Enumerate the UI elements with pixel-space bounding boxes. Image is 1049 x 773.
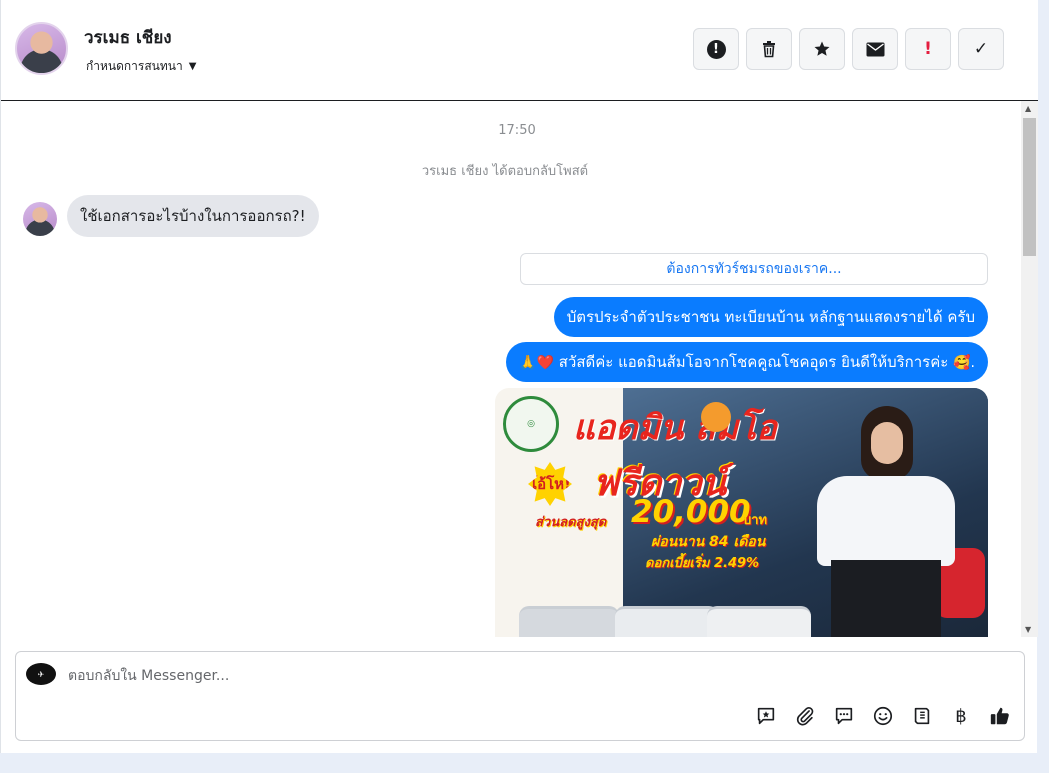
sender-avatar[interactable] [23,202,57,236]
page-avatar: ✈ [26,663,56,685]
baht-icon: ฿ [955,705,967,727]
promo-discount-amount: 20,000 [631,494,751,530]
quick-reply-button[interactable]: ต้องการทัวร์ชมรถของเราค... [520,253,988,285]
envelope-icon [866,42,884,56]
scroll-thumb[interactable] [1023,118,1036,256]
catalog-button[interactable] [910,704,934,728]
report-spam-button[interactable]: ! [693,28,739,70]
like-button[interactable] [988,704,1012,728]
reply-composer: ✈ ตอบกลับใน Messenger... ฿ [15,651,1025,741]
mark-done-button[interactable]: ✓ [958,28,1004,70]
like-icon [990,707,1009,725]
mark-unread-button[interactable] [852,28,898,70]
conversation-settings-dropdown[interactable]: กำหนดการสนทนา ▼ [86,57,196,76]
payment-button[interactable]: ฿ [949,704,973,728]
promo-installment: ผ่อนนาน 84 เดือน [651,534,766,550]
outgoing-message[interactable]: 🙏❤️ สวัสดีค่ะ แอดมินส้มโอจากโชคคูณโชคอุด… [506,342,988,382]
emoji-button[interactable] [871,704,895,728]
promo-badge: โอ้โห! [528,462,572,506]
promo-discount-label: ส่วนลดสูงสุด [535,515,607,530]
catalog-icon [914,707,930,725]
promo-currency: บาท [743,513,768,528]
vehicle-graphic [519,606,619,637]
presenter-pants [831,560,941,637]
inbox-panel: วรเมธ เชียง กำหนดการสนทนา ▼ ! ! ✓ 17:50 … [0,0,1038,753]
scroll-down-arrow-icon[interactable]: ▼ [1025,625,1031,634]
message-thread[interactable]: 17:50 วรเมธ เชียง ได้ตอบกลับโพสต์ ใช้เอก… [1,101,1021,637]
check-icon: ✓ [973,39,989,59]
incoming-message[interactable]: ใช้เอกสารอะไรบ้างในการออกรถ?! [67,195,319,237]
vehicle-graphic [707,606,811,637]
orange-fruit-graphic [701,402,731,432]
exclamation-icon: ! [924,39,932,59]
post-reply-notice: วรเมธ เชียง ได้ตอบกลับโพสต์ [421,164,589,179]
promo-interest-rate: ดอกเบี้ยเริ่ม 2.49% [645,556,760,571]
quick-replies-button[interactable] [832,704,856,728]
alert-circle-icon: ! [706,39,726,59]
star-button[interactable] [799,28,845,70]
presenter-shirt [817,476,955,566]
contact-avatar[interactable] [15,22,68,75]
composer-toolbar: ฿ [754,704,1012,728]
message-timestamp: 17:50 [498,123,536,138]
mark-important-button[interactable]: ! [905,28,951,70]
chat-bubble-icon [835,707,853,725]
attach-file-button[interactable] [793,704,817,728]
presenter-face [871,422,903,464]
conversation-settings-label: กำหนดการสนทนา [86,59,183,73]
dealer-logo: ◎ [503,396,559,452]
reply-input[interactable] [68,664,768,688]
contact-name[interactable]: วรเมธ เชียง [84,24,172,51]
trash-icon [763,41,775,58]
outgoing-message-text: สวัสดีค่ะ แอดมินส้มโอจากโชคคูณโชคอุดร ยิ… [558,353,949,371]
conversation-toolbar: ! ! ✓ [693,28,1004,70]
caret-down-icon: ▼ [188,61,197,72]
thread-scrollbar[interactable]: ▲ ▼ [1021,101,1038,637]
attachment-icon [796,707,814,726]
vehicle-graphic [615,606,719,637]
emoji-icon [873,706,893,726]
smiling-face-emoji: 🥰. [953,355,975,371]
promo-brand-title: แอดมิน ส้มโอ [573,408,777,448]
saved-reply-button[interactable] [754,704,778,728]
star-icon [814,41,830,56]
outgoing-message[interactable]: บัตรประจำตัวประชาชน ทะเบียนบ้าน หลักฐานแ… [553,297,988,337]
saved-reply-icon [757,707,775,725]
conversation-header: วรเมธ เชียง กำหนดการสนทนา ▼ ! ! ✓ [1,0,1038,101]
delete-button[interactable] [746,28,792,70]
scroll-up-arrow-icon[interactable]: ▲ [1025,104,1031,113]
pray-heart-emoji: 🙏❤️ [519,355,554,371]
promo-image-attachment[interactable]: ◎ แอดมิน ส้มโอ โอ้โห! ฟรีดาวน์ ส่วนลดสูง… [495,388,988,637]
